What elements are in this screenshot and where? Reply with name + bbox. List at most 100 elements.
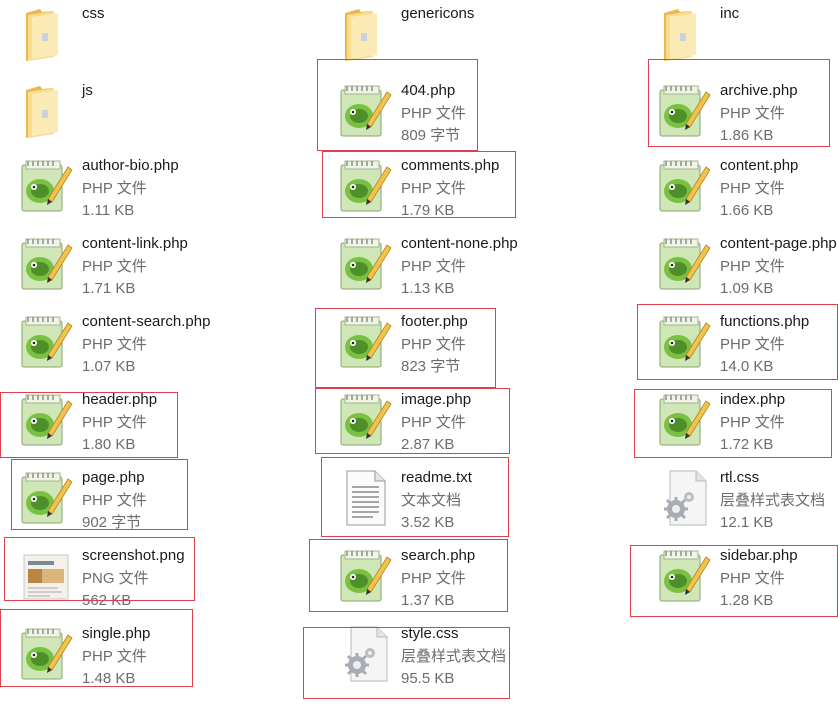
file-size: 1.28 KB: [720, 592, 774, 609]
file-size: 3.52 KB: [401, 514, 455, 531]
file-size: 809 字节: [401, 127, 461, 144]
file-type: PHP 文件: [82, 491, 147, 509]
folder-icon: [656, 3, 712, 65]
file-item[interactable]: css: [18, 3, 238, 73]
file-item[interactable]: rtl.css 层叠样式表文档 12.1 KB: [656, 467, 838, 537]
file-name: sidebar.php: [720, 547, 798, 564]
file-size: 823 字节: [401, 358, 461, 375]
file-item[interactable]: readme.txt 文本文档 3.52 KB: [337, 467, 557, 537]
file-item[interactable]: image.php PHP 文件 2.87 KB: [337, 389, 557, 459]
notepad-plus-plus-icon: [656, 311, 712, 373]
file-size: 1.37 KB: [401, 592, 455, 609]
file-details: header.php PHP 文件 1.80 KB: [82, 389, 157, 457]
file-item[interactable]: author-bio.php PHP 文件 1.11 KB: [18, 155, 238, 225]
file-item[interactable]: js: [18, 80, 238, 150]
file-type: PHP 文件: [82, 257, 147, 275]
file-details: single.php PHP 文件 1.48 KB: [82, 623, 150, 691]
file-size: 1.09 KB: [720, 280, 774, 297]
file-item[interactable]: content-link.php PHP 文件 1.71 KB: [18, 233, 238, 303]
file-item[interactable]: style.css 层叠样式表文档 95.5 KB: [337, 623, 557, 693]
file-details: author-bio.php PHP 文件 1.11 KB: [82, 155, 179, 223]
notepad-plus-plus-icon: [337, 80, 393, 142]
file-item[interactable]: 404.php PHP 文件 809 字节: [337, 80, 557, 150]
file-item[interactable]: functions.php PHP 文件 14.0 KB: [656, 311, 838, 381]
file-item[interactable]: single.php PHP 文件 1.48 KB: [18, 623, 238, 693]
file-details: style.css 层叠样式表文档 95.5 KB: [401, 623, 506, 691]
file-size: 12.1 KB: [720, 514, 774, 531]
file-type: PHP 文件: [82, 335, 147, 353]
file-details: content-page.php PHP 文件 1.09 KB: [720, 233, 837, 301]
file-size: 1.72 KB: [720, 436, 774, 453]
file-type: PNG 文件: [82, 569, 149, 587]
file-details: comments.php PHP 文件 1.79 KB: [401, 155, 499, 223]
file-name: page.php: [82, 469, 145, 486]
file-type: PHP 文件: [401, 104, 466, 122]
file-type: PHP 文件: [401, 335, 466, 353]
file-name: single.php: [82, 625, 151, 642]
file-item[interactable]: page.php PHP 文件 902 字节: [18, 467, 238, 537]
file-details: footer.php PHP 文件 823 字节: [401, 311, 468, 379]
file-details: js: [82, 80, 93, 103]
file-item[interactable]: inc: [656, 3, 838, 73]
file-name: rtl.css: [720, 469, 760, 486]
file-name: index.php: [720, 391, 786, 408]
file-size: 1.80 KB: [82, 436, 136, 453]
file-details: content-search.php PHP 文件 1.07 KB: [82, 311, 210, 379]
file-name: archive.php: [720, 82, 798, 99]
css-document-icon: [656, 467, 712, 529]
file-item[interactable]: comments.php PHP 文件 1.79 KB: [337, 155, 557, 225]
file-item[interactable]: content-none.php PHP 文件 1.13 KB: [337, 233, 557, 303]
file-size: 14.0 KB: [720, 358, 774, 375]
file-name: js: [82, 82, 93, 99]
file-item[interactable]: search.php PHP 文件 1.37 KB: [337, 545, 557, 615]
file-name: css: [82, 5, 105, 22]
file-type: PHP 文件: [720, 335, 785, 353]
file-item[interactable]: genericons: [337, 3, 557, 73]
notepad-plus-plus-icon: [656, 155, 712, 217]
file-item[interactable]: screenshot.png PNG 文件 562 KB: [18, 545, 238, 615]
file-item[interactable]: sidebar.php PHP 文件 1.28 KB: [656, 545, 838, 615]
file-name: style.css: [401, 625, 459, 642]
file-name: content-page.php: [720, 235, 837, 252]
file-item[interactable]: footer.php PHP 文件 823 字节: [337, 311, 557, 381]
file-details: search.php PHP 文件 1.37 KB: [401, 545, 475, 613]
text-document-icon: [337, 467, 393, 529]
file-size: 1.48 KB: [82, 670, 136, 687]
notepad-plus-plus-icon: [656, 233, 712, 295]
file-details: css: [82, 3, 105, 26]
file-item[interactable]: content-page.php PHP 文件 1.09 KB: [656, 233, 838, 303]
file-size: 1.66 KB: [720, 202, 774, 219]
notepad-plus-plus-icon: [337, 389, 393, 451]
notepad-plus-plus-icon: [18, 389, 74, 451]
file-details: archive.php PHP 文件 1.86 KB: [720, 80, 798, 148]
file-name: content-none.php: [401, 235, 518, 252]
file-item[interactable]: index.php PHP 文件 1.72 KB: [656, 389, 838, 459]
file-type: PHP 文件: [401, 413, 466, 431]
file-type: PHP 文件: [401, 569, 466, 587]
file-details: readme.txt 文本文档 3.52 KB: [401, 467, 472, 535]
file-item[interactable]: content.php PHP 文件 1.66 KB: [656, 155, 838, 225]
file-item[interactable]: archive.php PHP 文件 1.86 KB: [656, 80, 838, 150]
file-type: PHP 文件: [82, 413, 147, 431]
file-item[interactable]: header.php PHP 文件 1.80 KB: [18, 389, 238, 459]
file-name: inc: [720, 5, 740, 22]
file-details: functions.php PHP 文件 14.0 KB: [720, 311, 809, 379]
file-type: 层叠样式表文档: [401, 647, 507, 665]
notepad-plus-plus-icon: [337, 155, 393, 217]
file-type: PHP 文件: [82, 647, 147, 665]
notepad-plus-plus-icon: [18, 155, 74, 217]
file-size: 95.5 KB: [401, 670, 455, 687]
file-size: 1.07 KB: [82, 358, 136, 375]
file-type: 层叠样式表文档: [720, 491, 826, 509]
file-type: PHP 文件: [720, 257, 785, 275]
file-type: 文本文档: [401, 491, 462, 509]
file-details: sidebar.php PHP 文件 1.28 KB: [720, 545, 798, 613]
folder-icon: [18, 80, 74, 142]
file-item[interactable]: content-search.php PHP 文件 1.07 KB: [18, 311, 238, 381]
file-name: comments.php: [401, 157, 500, 174]
file-details: screenshot.png PNG 文件 562 KB: [82, 545, 185, 613]
file-name: content-search.php: [82, 313, 211, 330]
file-size: 1.13 KB: [401, 280, 455, 297]
file-type: PHP 文件: [401, 257, 466, 275]
notepad-plus-plus-icon: [656, 545, 712, 607]
